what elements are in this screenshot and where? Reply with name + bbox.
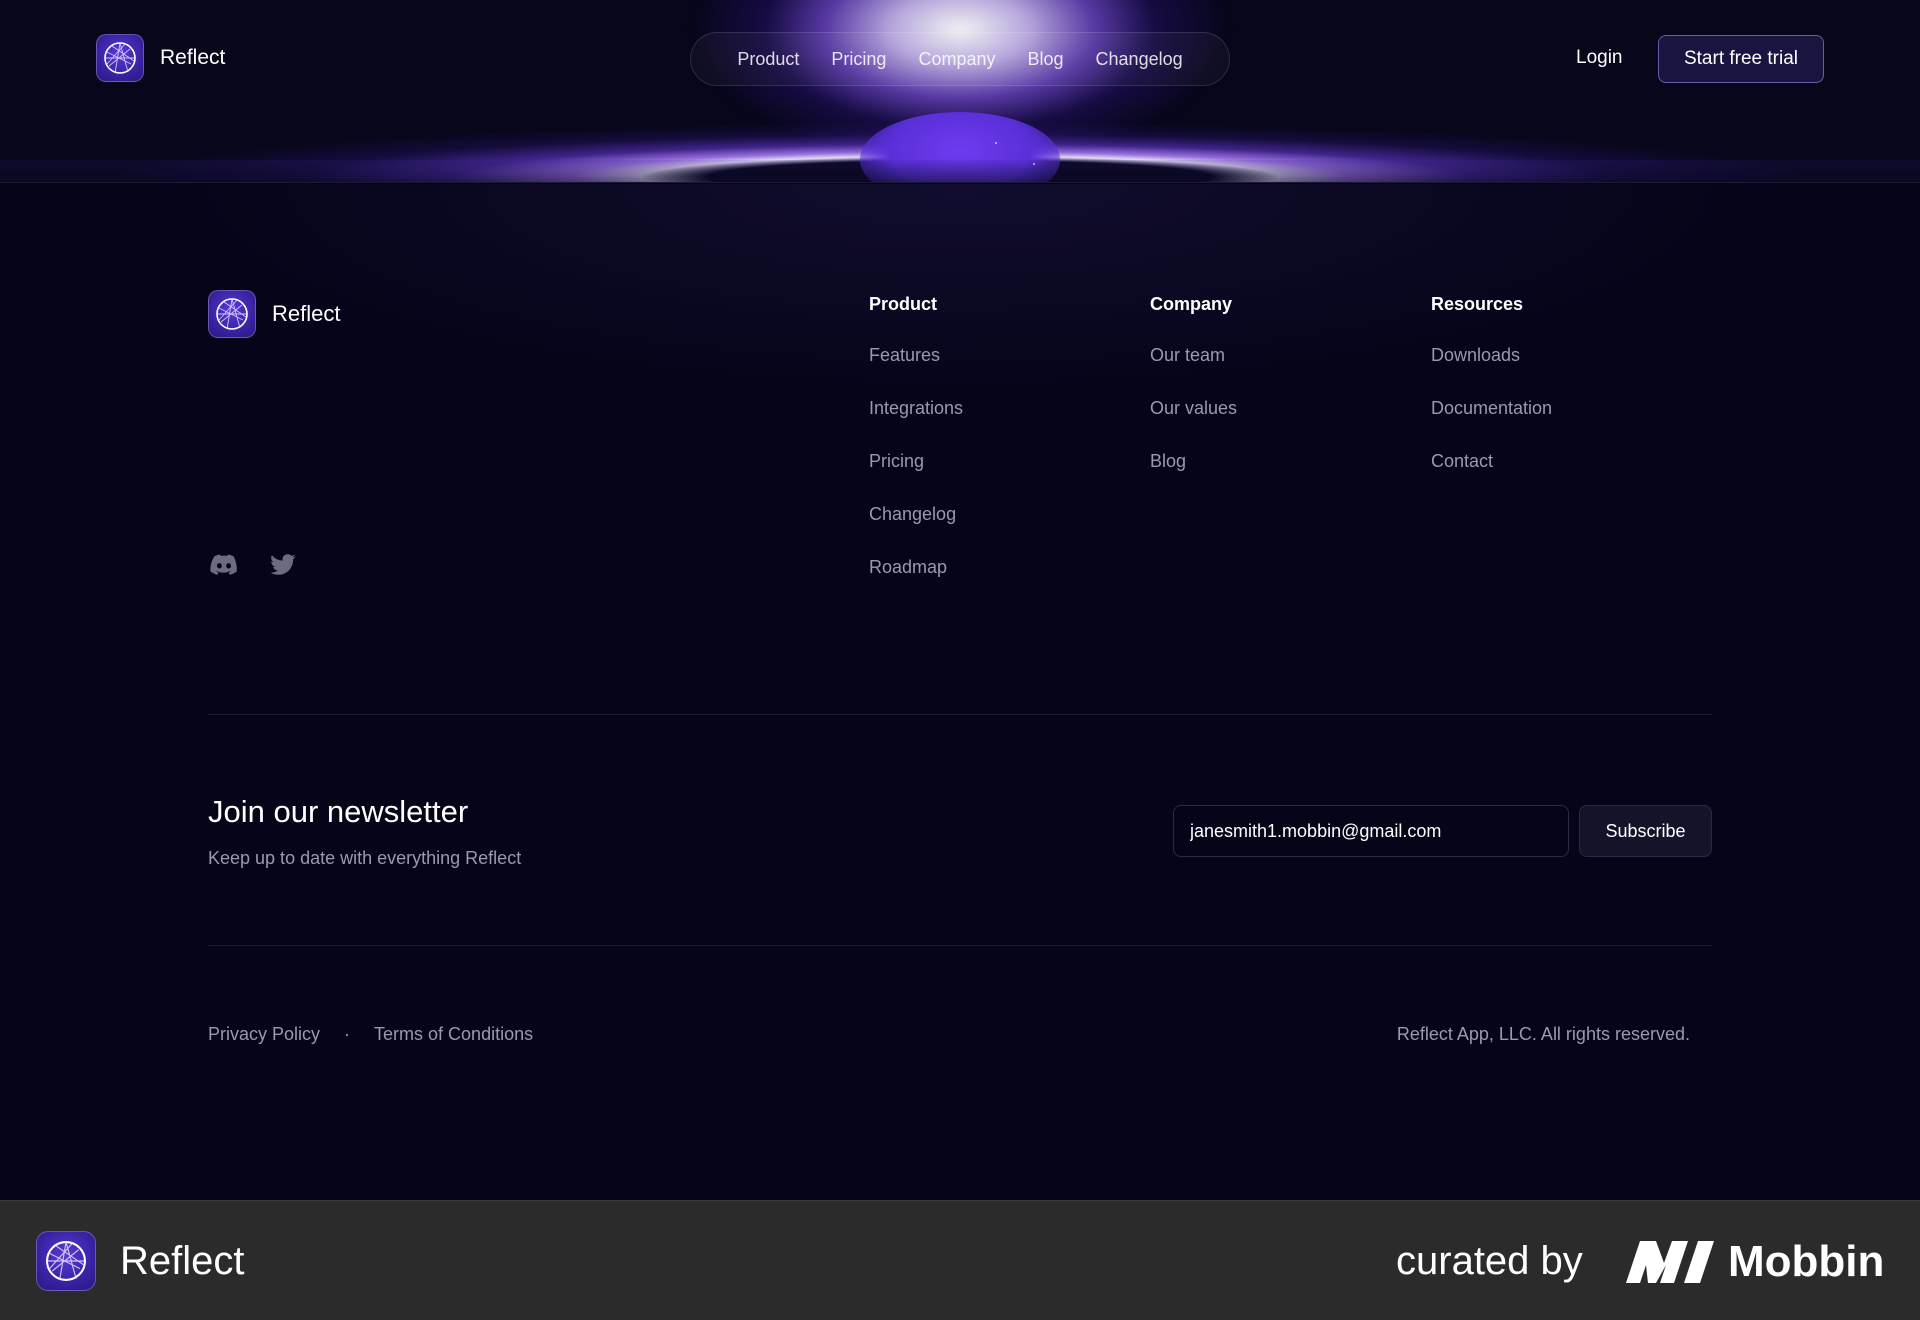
section-divider bbox=[208, 714, 1712, 715]
footer-column-company: Company Our team Our values Blog bbox=[1150, 294, 1237, 504]
reflect-logo-icon bbox=[208, 290, 256, 338]
nav-link-changelog[interactable]: Changelog bbox=[1096, 49, 1183, 70]
section-divider bbox=[208, 945, 1712, 946]
glow-sheen bbox=[0, 160, 1920, 182]
footer-link-roadmap[interactable]: Roadmap bbox=[869, 557, 963, 578]
footer-link-blog[interactable]: Blog bbox=[1150, 451, 1237, 472]
footer-link-our-values[interactable]: Our values bbox=[1150, 398, 1237, 419]
nav-link-pricing[interactable]: Pricing bbox=[831, 49, 886, 70]
footer-brand[interactable]: Reflect bbox=[208, 290, 340, 338]
footer-link-pricing[interactable]: Pricing bbox=[869, 451, 963, 472]
column-title: Product bbox=[869, 294, 938, 314]
reflect-logo-icon bbox=[36, 1231, 96, 1291]
legal-separator: · bbox=[344, 1024, 351, 1044]
footer-column-resources: Resources Downloads Documentation Contac… bbox=[1431, 294, 1552, 504]
reflect-logo-icon bbox=[96, 34, 144, 82]
footer-link-integrations[interactable]: Integrations bbox=[869, 398, 963, 419]
attribution-bar: Reflect curated by Mobbin bbox=[0, 1200, 1920, 1320]
footer-column-product: Product Features Integrations Pricing Ch… bbox=[869, 294, 963, 610]
login-link[interactable]: Login bbox=[1576, 47, 1623, 69]
footer-link-downloads[interactable]: Downloads bbox=[1431, 345, 1552, 366]
hero-header bbox=[0, 0, 1920, 183]
social-links bbox=[210, 554, 296, 581]
footer-brand-name: Reflect bbox=[272, 301, 341, 326]
legal-links: Privacy Policy · Terms of Conditions bbox=[208, 1024, 533, 1045]
copyright-text: Reflect App, LLC. All rights reserved. bbox=[1396, 1024, 1690, 1044]
newsletter-title: Join our newsletter bbox=[208, 794, 469, 829]
privacy-policy-link[interactable]: Privacy Policy bbox=[208, 1024, 320, 1045]
footer-link-contact[interactable]: Contact bbox=[1431, 451, 1552, 472]
column-title: Resources bbox=[1431, 294, 1524, 314]
nav-link-company[interactable]: Company bbox=[918, 49, 995, 70]
footer-link-features[interactable]: Features bbox=[869, 345, 963, 366]
newsletter-subtitle: Keep up to date with everything Reflect bbox=[208, 848, 522, 868]
nav-link-blog[interactable]: Blog bbox=[1028, 49, 1064, 70]
footer-link-changelog[interactable]: Changelog bbox=[869, 504, 963, 525]
twitter-icon[interactable] bbox=[270, 554, 296, 581]
attribution-brand: Reflect bbox=[36, 1231, 245, 1291]
nav-link-product[interactable]: Product bbox=[737, 49, 799, 70]
mobbin-name: Mobbin bbox=[1728, 1237, 1885, 1286]
terms-link[interactable]: Terms of Conditions bbox=[374, 1024, 533, 1045]
start-trial-button[interactable]: Start free trial bbox=[1658, 35, 1824, 83]
attribution-brand-name: Reflect bbox=[120, 1238, 245, 1283]
newsletter-email-input[interactable] bbox=[1173, 805, 1569, 857]
star-dot bbox=[1033, 163, 1035, 165]
brand-name: Reflect bbox=[160, 46, 226, 69]
footer-link-our-team[interactable]: Our team bbox=[1150, 345, 1237, 366]
column-title: Company bbox=[1150, 294, 1233, 314]
mobbin-logo: Mobbin bbox=[1626, 1237, 1884, 1287]
main-nav: Product Pricing Company Blog Changelog bbox=[690, 32, 1230, 86]
star-dot bbox=[995, 142, 997, 144]
nav-brand[interactable]: Reflect bbox=[96, 34, 225, 82]
mobbin-mark-icon bbox=[1626, 1241, 1714, 1283]
subscribe-button[interactable]: Subscribe bbox=[1579, 805, 1712, 857]
curated-by-text: curated by bbox=[1396, 1239, 1583, 1283]
discord-icon[interactable] bbox=[210, 554, 238, 581]
footer-link-documentation[interactable]: Documentation bbox=[1431, 398, 1552, 419]
site-footer: Reflect Product Features Integrations Pr… bbox=[0, 184, 1920, 1200]
